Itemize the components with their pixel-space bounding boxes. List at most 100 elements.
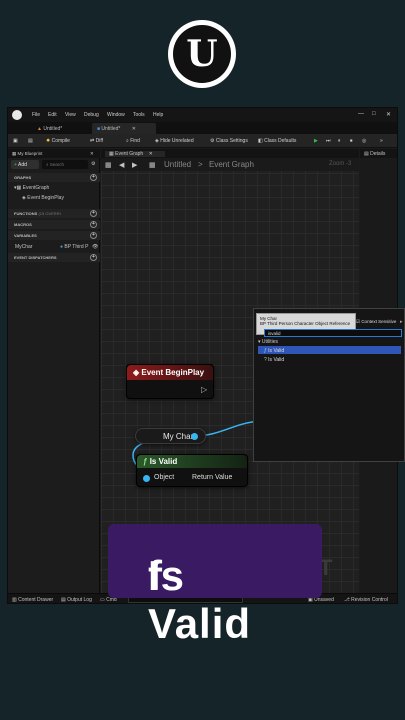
pause-icon[interactable]: ⏸ <box>338 138 341 144</box>
add-button[interactable]: + Add <box>11 160 39 169</box>
return-value-label: Return Value <box>192 474 233 481</box>
play-icon[interactable]: ▶ <box>314 138 318 144</box>
event-graph-label: EventGraph <box>22 185 50 191</box>
context-sensitive-label: Context Sensitive <box>361 319 397 324</box>
step-icon[interactable]: ⏭ <box>326 138 331 144</box>
tab-blueprint-label: Untitled* <box>101 126 121 132</box>
section-macros[interactable]: MACROS + <box>8 220 100 229</box>
revision-icon: ⎇ <box>344 597 350 603</box>
stop-icon[interactable]: ⏹ <box>350 138 353 144</box>
node-is-valid[interactable]: ƒ Is Valid Object Return Value <box>136 454 248 487</box>
caption-text: Is Valid <box>148 552 252 647</box>
graph-icon: ▾▦ <box>14 185 22 191</box>
output-log-label: Output Log <box>67 597 92 603</box>
event-icon: ◈ <box>22 195 26 201</box>
exec-out-pin[interactable]: ▷ <box>201 385 207 394</box>
mychar-out-pin[interactable] <box>191 433 198 440</box>
menu-debug[interactable]: Debug <box>84 112 99 118</box>
menu-edit[interactable]: Edit <box>48 112 57 118</box>
minimize-icon[interactable]: — <box>358 111 364 117</box>
tree-item-eventgraph[interactable]: ▾▦ EventGraph <box>14 185 49 191</box>
panel-close-icon[interactable]: ✕ <box>90 151 94 157</box>
compile-button[interactable]: ✸ Compile <box>46 138 70 144</box>
variable-mychar[interactable]: MyChar <box>15 244 33 250</box>
node-mychar-label: My Char <box>163 432 194 441</box>
section-graphs[interactable]: GRAPHS + <box>8 173 100 182</box>
menu-tools[interactable]: Tools <box>133 112 145 118</box>
search-input[interactable]: ⌕ Search <box>42 160 88 169</box>
add-variable-icon[interactable]: + <box>90 232 97 239</box>
category-utilities[interactable]: ▾ Utilities <box>258 339 278 345</box>
tooltip-subtitle: BP Third Person Character Object Referen… <box>260 321 351 326</box>
context-search-input[interactable]: isvalid <box>264 329 402 337</box>
diff-label: Diff <box>95 138 104 144</box>
close-icon[interactable]: ✕ <box>386 111 391 118</box>
find-button[interactable]: ⌕ Find <box>126 138 140 144</box>
menu-file[interactable]: File <box>32 112 40 118</box>
hide-unrelated-icon: ◈ <box>155 138 159 144</box>
visibility-icon[interactable]: 👁 <box>92 244 98 250</box>
save-icon[interactable]: ▣ <box>13 138 18 144</box>
dropdown-arrow-icon[interactable]: ▸ <box>400 319 403 325</box>
node-mychar-get[interactable]: My Char <box>135 428 206 444</box>
document-tabs: ▲ Untitled* ■ Untitled* ✕ <box>8 122 397 134</box>
add-graph-icon[interactable]: + <box>90 174 97 181</box>
maximize-icon[interactable]: □ <box>372 111 376 117</box>
add-macro-icon[interactable]: + <box>90 221 97 228</box>
variable-type-label: BP Third P <box>64 244 89 250</box>
revision-control-label: Revision Control <box>351 597 388 603</box>
object-in-pin[interactable] <box>143 475 150 482</box>
revision-control-button[interactable]: ⎇ Revision Control <box>344 597 388 603</box>
settings-gear-icon[interactable]: ⚙ <box>91 161 95 167</box>
content-drawer-button[interactable]: ▥ Content Drawer <box>12 597 53 603</box>
more-icon[interactable]: » <box>380 138 383 144</box>
section-event-dispatchers[interactable]: EVENT DISPATCHERS + <box>8 253 100 262</box>
add-dispatcher-icon[interactable]: + <box>90 254 97 261</box>
browse-icon[interactable]: ▤ <box>28 138 33 144</box>
details-icon: ▤ <box>364 151 369 157</box>
node-event-beginplay[interactable]: ◈ Event BeginPlay ▷ <box>126 364 214 399</box>
tab-level[interactable]: ▲ Untitled* <box>32 123 90 134</box>
my-blueprint-tab-label: My Blueprint <box>17 151 43 156</box>
class-settings-button[interactable]: ⚙ Class Settings <box>210 138 248 144</box>
compile-icon: ✸ <box>46 138 51 144</box>
section-variables[interactable]: VARIABLES + <box>8 231 100 240</box>
find-icon: ⌕ <box>126 138 129 144</box>
search-value: isvalid <box>268 331 281 336</box>
context-sensitive-toggle[interactable]: ☑ Context Sensitive <box>356 319 396 325</box>
functions-count: (15 OVERRI <box>38 211 61 216</box>
diff-button[interactable]: ⇄ Diff <box>90 138 103 144</box>
output-log-button[interactable]: ▤ Output Log <box>61 597 92 603</box>
class-defaults-button[interactable]: ◧ Class Defaults <box>258 138 296 144</box>
caption-banner: f Is Valid <box>108 524 322 647</box>
menu-window[interactable]: Window <box>107 112 125 118</box>
menu-help[interactable]: Help <box>153 112 163 118</box>
context-item-is-valid-function[interactable]: ƒ Is Valid <box>258 346 401 354</box>
menu-view[interactable]: View <box>65 112 76 118</box>
details-tab[interactable]: ▤ Details <box>364 151 385 157</box>
context-item-1-label: Is Valid <box>268 348 285 354</box>
tab-blueprint[interactable]: ■ Untitled* ✕ <box>92 123 156 134</box>
section-graphs-label: GRAPHS <box>14 175 32 180</box>
search-icon: ⌕ <box>46 162 49 167</box>
category-utilities-label: Utilities <box>261 339 279 345</box>
variable-type[interactable]: ● BP Third P <box>60 244 88 250</box>
class-settings-label: Class Settings <box>215 138 248 144</box>
add-function-icon[interactable]: + <box>90 210 97 217</box>
tab-close-icon[interactable]: ✕ <box>132 126 136 132</box>
begin-play-label: Event BeginPlay <box>27 195 64 201</box>
hide-unrelated-button[interactable]: ◈ Hide Unrelated <box>155 138 194 144</box>
details-tabbar: ▤ Details <box>360 149 397 158</box>
my-blueprint-tabbar: ▦ My Blueprint ✕ <box>8 149 100 158</box>
blueprint-icon: ■ <box>97 126 101 132</box>
section-dispatchers-label: EVENT DISPATCHERS <box>14 255 57 260</box>
section-functions-label: FUNCTIONS <box>14 211 38 216</box>
gear-icon: ⚙ <box>210 138 215 144</box>
context-item-is-valid-macro[interactable]: ? Is Valid <box>258 355 401 363</box>
menu-close-icon[interactable]: ✕ <box>257 330 261 336</box>
debug-filter-icon[interactable]: ◎ <box>362 138 366 144</box>
section-functions[interactable]: FUNCTIONS (15 OVERRI + <box>8 209 100 218</box>
level-icon: ▲ <box>37 126 42 132</box>
tree-item-beginplay[interactable]: ◈ Event BeginPlay <box>22 195 64 201</box>
my-blueprint-tab[interactable]: ▦ My Blueprint <box>12 151 43 157</box>
